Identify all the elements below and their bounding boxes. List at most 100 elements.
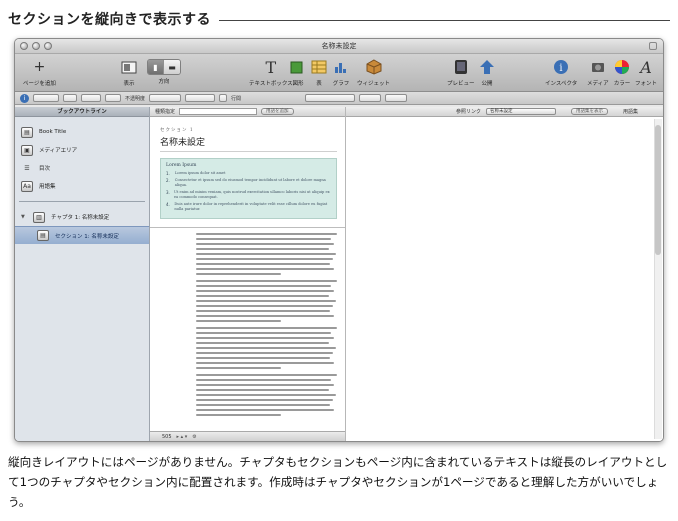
table-icon [309, 57, 329, 77]
media-icon [588, 57, 608, 77]
add-page-label: ページを追加 [23, 81, 56, 87]
orientation-control[interactable]: ▮ ▬ 方向 [147, 57, 181, 85]
disclosure-triangle-icon[interactable]: ▼ [21, 214, 27, 220]
sidebar-item-label: Book Title [39, 129, 67, 135]
text-line [196, 233, 337, 235]
bullet-number: 4. [166, 202, 170, 207]
inspector-button[interactable]: i インスペクタ [545, 57, 577, 87]
book-icon: ▤ [21, 126, 33, 138]
caption: 縦向きレイアウトにはページがありません。チャプタもセクションもページ内に含まれて… [8, 455, 668, 509]
preview-label: プレビュー [447, 81, 475, 87]
media-area-icon: ▣ [21, 144, 33, 156]
summary-item-text: Consectetur et ipsum sed do eiusmod temp… [174, 178, 326, 187]
media-button[interactable]: メディア [587, 57, 609, 87]
text-line [196, 310, 330, 312]
bullet-number: 1. [166, 171, 170, 176]
table-button[interactable]: 表 [309, 57, 329, 87]
sidebar-item-chapter[interactable]: ▼ ▥ チャプタ 1: 名称未設定 [15, 208, 149, 226]
navigation-arrows-icon[interactable]: ▸ ▴ ▾ [177, 434, 188, 440]
view-label: 表示 [123, 81, 135, 87]
publish-arrow-icon [477, 57, 497, 77]
add-page-button[interactable]: + ページを追加 [23, 57, 56, 87]
text-line [196, 238, 332, 240]
summary-item: 3. Ut enim ad minim veniam, quis nostrud … [166, 190, 331, 200]
svg-text:i: i [560, 63, 563, 74]
fill-dropdown[interactable] [63, 94, 77, 102]
info-icon: i [551, 57, 571, 77]
style-info-icon[interactable]: i [20, 93, 29, 103]
publish-label: 公開 [481, 81, 493, 87]
reference-dropdown[interactable]: 名称未設定 [486, 108, 557, 115]
plus-icon: + [33, 59, 46, 75]
editor-statusbar: 505 ▸ ▴ ▾ ⚙ [150, 431, 345, 441]
stroke-dropdown[interactable] [81, 94, 101, 102]
portrait-icon[interactable]: ▮ [148, 60, 164, 74]
font-icon: A [640, 57, 652, 77]
bullet-number: 2. [166, 178, 170, 183]
sidebar-item-label: 用語集 [39, 184, 56, 190]
summary-box[interactable]: Lorem Ipsum 1. Lorem ipsum dolor sit amet… [160, 158, 337, 219]
fonts-button[interactable]: A フォント [635, 57, 658, 88]
show-glossary-button[interactable]: 用語集を表示 [571, 108, 609, 115]
shape-button[interactable]: 図形 [288, 57, 308, 87]
window-title: 名称未設定 [321, 42, 357, 50]
sidebar-item-toc[interactable]: ☰ 目次 [15, 159, 149, 177]
font-size-dropdown[interactable] [185, 94, 216, 102]
spacing-dropdown[interactable] [385, 94, 408, 102]
scrollbar-thumb[interactable] [655, 125, 661, 255]
text-line [196, 295, 329, 297]
sidebar-item-book-title[interactable]: ▤ Book Title [15, 123, 149, 141]
section-icon: ▤ [37, 230, 49, 241]
fullscreen-icon[interactable] [649, 42, 657, 50]
book-outline-sidebar: ブックアウトライン ▤ Book Title ▣ メディアエリア ☰ 目次 Aa… [15, 107, 150, 441]
text-line [196, 394, 336, 396]
term-input[interactable] [179, 108, 258, 115]
gear-icon[interactable]: ⚙ [192, 434, 196, 440]
orientation-label: 方向 [158, 79, 170, 85]
text-line [196, 384, 335, 386]
sidebar-item-section[interactable]: ▤ セクション 1: 名称未設定 [15, 226, 149, 244]
ipad-icon [451, 57, 471, 77]
preview-button[interactable]: プレビュー [447, 57, 475, 87]
format-bar: i 不透明度 行間 [15, 92, 663, 105]
text-line [196, 300, 336, 302]
body-paragraph [196, 327, 337, 369]
shadow-dropdown[interactable] [105, 94, 121, 102]
sidebar-item-media[interactable]: ▣ メディアエリア [15, 141, 149, 159]
inspector-label: インスペクタ [545, 81, 578, 87]
textbox-button[interactable]: T テキストボックス [249, 57, 293, 88]
landscape-icon[interactable]: ▬ [164, 60, 180, 74]
summary-item-text: Lorem ipsum dolor sit amet [175, 171, 226, 175]
opacity-slider[interactable] [149, 94, 182, 102]
text-line [196, 374, 337, 376]
chart-icon [331, 57, 351, 77]
alignment-buttons[interactable] [305, 94, 356, 102]
text-line [196, 337, 335, 339]
publish-button[interactable]: 公開 [477, 57, 497, 87]
section-kicker: セクション 1 [160, 128, 194, 133]
chart-button[interactable]: グラフ [331, 57, 351, 87]
view-button[interactable]: 表示 [119, 57, 139, 87]
summary-item: 4. Duis aute irure dolor in reprehenderit… [166, 202, 331, 212]
text-line [196, 347, 336, 349]
lock-checkbox[interactable] [219, 94, 228, 102]
text-line [196, 389, 329, 391]
widget-button[interactable]: ウィジェット [357, 57, 390, 87]
section-editor[interactable]: 種類指定 用語を追加 セクション 1 名称未設定 Lorem Ipsum 1. L… [150, 107, 346, 441]
text-line [196, 273, 281, 275]
text-line [196, 352, 333, 354]
body-text[interactable] [160, 233, 337, 416]
style-dropdown[interactable] [33, 94, 59, 102]
toolbar: + ページを追加 表示 ▮ ▬ 方向 T テキストボックス 図形 表 グラフ ウ… [15, 54, 663, 92]
word-count: 505 [162, 433, 172, 440]
sidebar-item-glossary[interactable]: Aa 用語集 [15, 177, 149, 195]
fonts-label: フォント [635, 81, 658, 87]
colors-button[interactable]: カラー [612, 57, 632, 87]
add-term-button[interactable]: 用語を追加 [261, 108, 294, 115]
orientation-segmented: ▮ ▬ [147, 59, 181, 75]
page-heading: セクションを縦向きで表示する [8, 8, 670, 30]
text-style-dropdown[interactable] [359, 94, 382, 102]
text-line [196, 253, 336, 255]
section-title[interactable]: 名称未設定 [160, 135, 337, 152]
titlebar: 名称未設定 [15, 39, 663, 54]
